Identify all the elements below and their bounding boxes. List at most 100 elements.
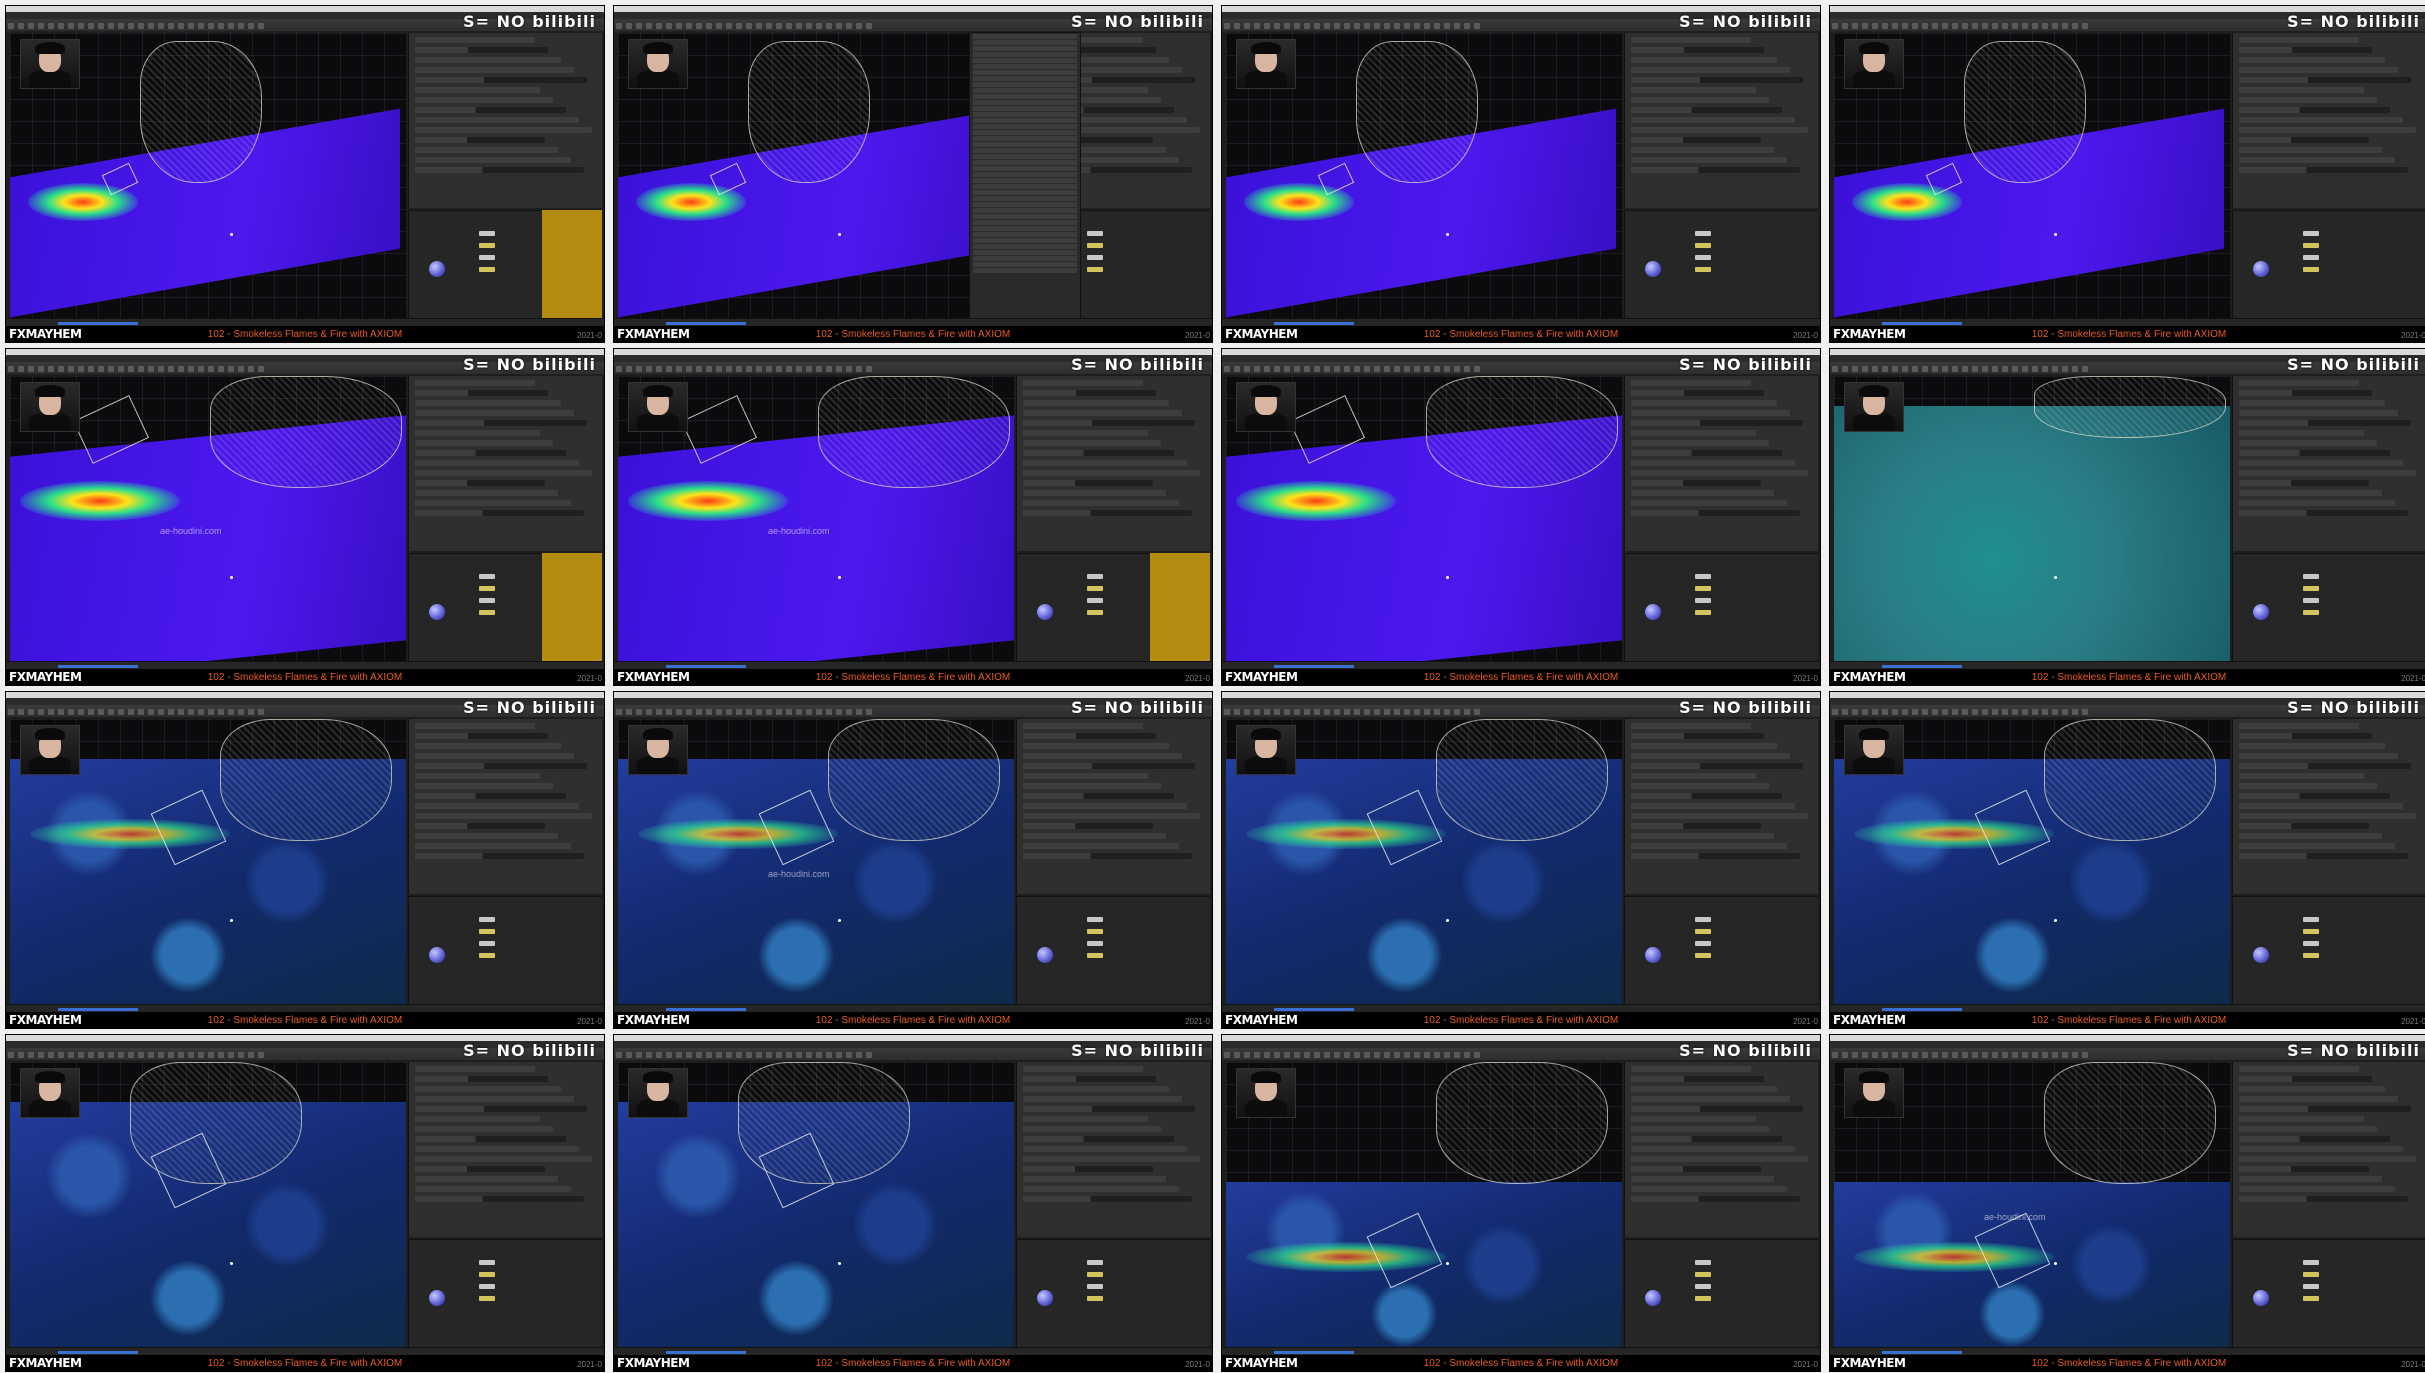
shelf-tool-icon[interactable]: [646, 366, 652, 372]
shelf-tool-icon[interactable]: [1424, 366, 1430, 372]
shelf-tool-icon[interactable]: [8, 1052, 14, 1058]
shelf-tool-icon[interactable]: [1324, 1052, 1330, 1058]
parameter-row[interactable]: [415, 823, 545, 829]
shelf-tool-icon[interactable]: [2002, 709, 2008, 715]
scene-viewport[interactable]: [10, 33, 406, 318]
shelf-tool-icon[interactable]: [1394, 23, 1400, 29]
parameter-row[interactable]: [2239, 470, 2416, 476]
shelf-tool-icon[interactable]: [1304, 1052, 1310, 1058]
parameter-row[interactable]: [415, 440, 553, 446]
shelf-tool-icon[interactable]: [188, 709, 194, 715]
parameter-row[interactable]: [1023, 783, 1161, 789]
parameter-row[interactable]: [2239, 157, 2395, 163]
shelf-tool-icon[interactable]: [746, 23, 752, 29]
parameter-panel[interactable]: [1624, 719, 1818, 894]
shelf-tool-icon[interactable]: [1454, 1052, 1460, 1058]
video-frame-tile[interactable]: S= NO bilibili FXMAYHEM 102 - Smokeless Fl…: [5, 691, 605, 1029]
network-view[interactable]: [408, 1239, 602, 1348]
shelf-tool-icon[interactable]: [1234, 709, 1240, 715]
parameter-row[interactable]: [2239, 1086, 2385, 1092]
shelf-tool-icon[interactable]: [1952, 23, 1958, 29]
menu-item[interactable]: [973, 172, 1077, 177]
network-node[interactable]: [1087, 953, 1103, 958]
shelf-tool-icon[interactable]: [2002, 366, 2008, 372]
shelf-tool-icon[interactable]: [786, 23, 792, 29]
parameter-row[interactable]: [2239, 723, 2359, 729]
network-node[interactable]: [479, 586, 495, 591]
parameter-row[interactable]: [1023, 390, 1156, 396]
network-view[interactable]: [2232, 210, 2425, 319]
parameter-row[interactable]: [1023, 490, 1166, 496]
shelf-tool-icon[interactable]: [626, 1052, 632, 1058]
shelf-tool-icon[interactable]: [1882, 709, 1888, 715]
video-frame-tile[interactable]: S= NO bilibili ae-houdini.com FXMAYHEM 102 …: [1829, 1034, 2425, 1372]
timeline-range[interactable]: [1882, 322, 1962, 325]
parameter-row[interactable]: [2239, 460, 2403, 466]
shelf-tool-icon[interactable]: [1832, 1052, 1838, 1058]
shelf-tool-icon[interactable]: [38, 366, 44, 372]
parameter-row[interactable]: [2239, 107, 2390, 113]
parameter-row[interactable]: [1631, 843, 1787, 849]
network-node[interactable]: [1087, 574, 1103, 579]
menu-item[interactable]: [973, 208, 1077, 213]
shelf-tool-icon[interactable]: [776, 709, 782, 715]
parameter-panel[interactable]: [2232, 1062, 2425, 1237]
parameter-row[interactable]: [415, 390, 548, 396]
scene-viewport[interactable]: [10, 1062, 406, 1347]
shelf-tool-icon[interactable]: [1274, 23, 1280, 29]
shelf-tool-icon[interactable]: [138, 23, 144, 29]
shelf-tool-icon[interactable]: [2032, 1052, 2038, 1058]
shelf-tool-icon[interactable]: [1982, 709, 1988, 715]
shelf-tool-icon[interactable]: [218, 1052, 224, 1058]
shelf-tool-icon[interactable]: [1304, 366, 1310, 372]
shelf-tool-icon[interactable]: [138, 1052, 144, 1058]
shelf-tool-icon[interactable]: [1852, 1052, 1858, 1058]
shelf-tool-icon[interactable]: [1354, 366, 1360, 372]
shelf-tool-icon[interactable]: [1244, 709, 1250, 715]
shelf-tool-icon[interactable]: [1464, 1052, 1470, 1058]
parameter-row[interactable]: [1631, 87, 1756, 93]
shelf-tool-icon[interactable]: [1284, 366, 1290, 372]
parameter-row[interactable]: [2239, 743, 2385, 749]
shelf-tool-icon[interactable]: [1384, 709, 1390, 715]
shelf-tool-icon[interactable]: [1404, 1052, 1410, 1058]
parameter-row[interactable]: [1631, 783, 1769, 789]
menu-item[interactable]: [973, 40, 1077, 45]
scene-viewport[interactable]: [1226, 1062, 1622, 1347]
network-view[interactable]: [408, 896, 602, 1005]
parameter-panel[interactable]: [1624, 1062, 1818, 1237]
shelf-tool-icon[interactable]: [238, 709, 244, 715]
shelf-tool-icon[interactable]: [98, 366, 104, 372]
parameter-row[interactable]: [1631, 117, 1795, 123]
parameter-row[interactable]: [2239, 823, 2369, 829]
parameter-row[interactable]: [415, 460, 579, 466]
shelf-tool-icon[interactable]: [1394, 1052, 1400, 1058]
shelf-tool-icon[interactable]: [616, 366, 622, 372]
scene-viewport[interactable]: [1226, 376, 1622, 661]
shelf-tool-icon[interactable]: [856, 709, 862, 715]
parameter-row[interactable]: [415, 117, 579, 123]
shelf-tool-icon[interactable]: [2052, 1052, 2058, 1058]
shelf-tool-icon[interactable]: [676, 1052, 682, 1058]
shelf-tool-icon[interactable]: [1284, 709, 1290, 715]
shelf-tool-icon[interactable]: [1454, 23, 1460, 29]
shelf-tool-icon[interactable]: [666, 1052, 672, 1058]
menu-item[interactable]: [973, 202, 1077, 207]
parameter-row[interactable]: [415, 400, 561, 406]
parameter-row[interactable]: [1631, 67, 1790, 73]
shelf-tool-icon[interactable]: [158, 23, 164, 29]
timeline-range[interactable]: [1274, 322, 1354, 325]
shelf-tool-icon[interactable]: [78, 709, 84, 715]
menu-item[interactable]: [973, 190, 1077, 195]
timeline-range[interactable]: [1882, 1008, 1962, 1011]
video-frame-tile[interactable]: S= NO bilibili ae-houdini.com FXMAYHEM 102 …: [613, 348, 1213, 686]
video-frame-tile[interactable]: S= NO bilibili FXMAYHEM 102 - Smokeless Fl…: [1829, 348, 2425, 686]
timeline-range[interactable]: [1274, 1351, 1354, 1354]
parameter-row[interactable]: [1023, 843, 1179, 849]
parameter-row[interactable]: [1631, 450, 1782, 456]
shelf-tool-icon[interactable]: [248, 23, 254, 29]
parameter-row[interactable]: [415, 1086, 561, 1092]
shelf-tool-icon[interactable]: [726, 366, 732, 372]
shelf-tool-icon[interactable]: [1852, 709, 1858, 715]
shelf-tool-icon[interactable]: [1344, 366, 1350, 372]
